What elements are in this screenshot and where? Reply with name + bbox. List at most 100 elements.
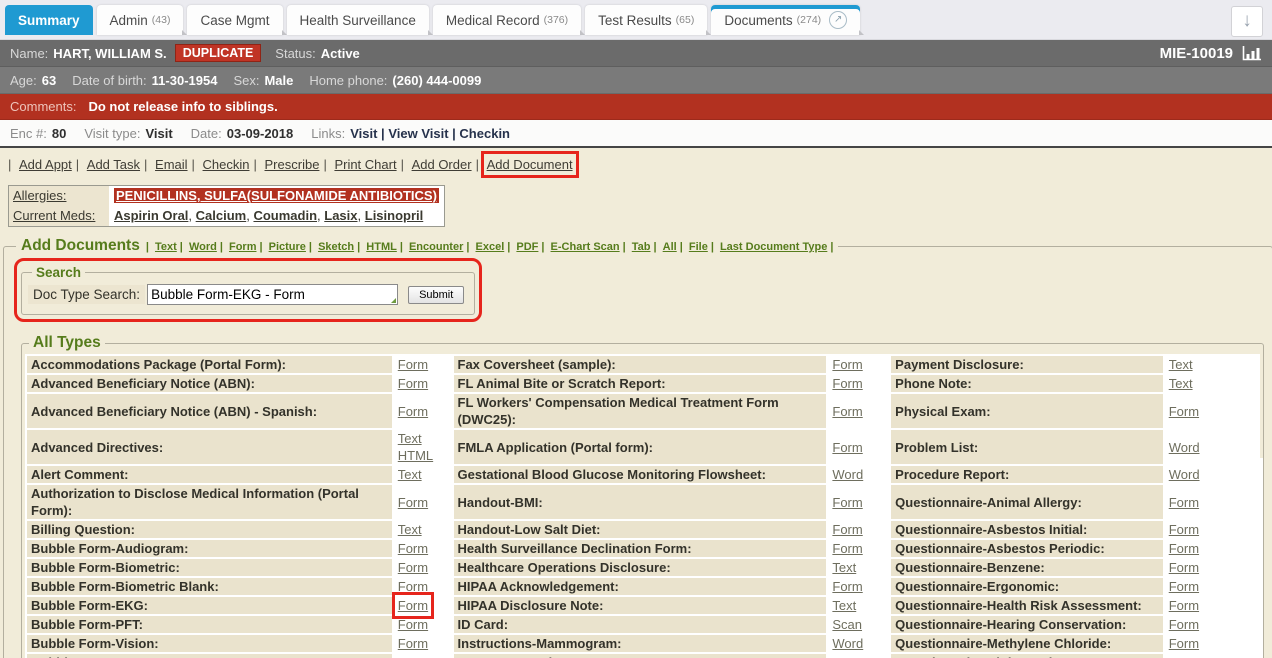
- doc-format-link-form[interactable]: Form: [1169, 598, 1199, 613]
- doc-format-link-form[interactable]: Form: [398, 636, 428, 651]
- doc-type-search-input[interactable]: [147, 284, 398, 305]
- tab-label: Medical Record: [446, 13, 540, 28]
- doc-format-link-text[interactable]: Text: [1169, 357, 1193, 372]
- doc-format-link-html[interactable]: HTML: [398, 448, 433, 463]
- action-add-order[interactable]: Add Order: [412, 157, 472, 172]
- doc-format-link-form[interactable]: Form: [832, 522, 862, 537]
- popout-icon[interactable]: ↗: [829, 11, 847, 29]
- doc-format-link-form[interactable]: Form: [1169, 560, 1199, 575]
- scrollbar[interactable]: [1256, 458, 1263, 658]
- action-add-document[interactable]: Add Document: [487, 157, 573, 172]
- encounter-link-view-visit[interactable]: View Visit: [388, 126, 448, 141]
- doc-format-link-word[interactable]: Word: [1169, 440, 1200, 455]
- quick-link-file[interactable]: File: [689, 241, 708, 253]
- doc-format-link-form[interactable]: Form: [1169, 404, 1199, 419]
- tab-health-surveillance[interactable]: Health Surveillance: [287, 5, 429, 35]
- doc-format-link-form[interactable]: Form: [1169, 617, 1199, 632]
- tab-test-results[interactable]: Test Results(65): [585, 5, 707, 35]
- med-link-calcium[interactable]: Calcium: [196, 208, 247, 223]
- doc-format-link-form[interactable]: Form: [398, 404, 428, 419]
- doc-type-name: Gestational Blood Glucose Monitoring Flo…: [454, 466, 827, 483]
- action-add-appt[interactable]: Add Appt: [19, 157, 72, 172]
- action-prescribe[interactable]: Prescribe: [265, 157, 320, 172]
- doc-format-link-form[interactable]: Form: [398, 617, 428, 632]
- search-legend: Search: [32, 265, 85, 280]
- patient-dob: 11-30-1954: [152, 73, 218, 88]
- quick-link-encounter[interactable]: Encounter: [409, 241, 463, 253]
- chart-icon[interactable]: [1242, 46, 1262, 61]
- doc-format-link-form[interactable]: Form: [832, 440, 862, 455]
- tab-medical-record[interactable]: Medical Record(376): [433, 5, 581, 35]
- patient-status: Active: [321, 46, 360, 61]
- doc-format-link-form[interactable]: Form: [1169, 579, 1199, 594]
- current-meds-link[interactable]: Current Meds:: [13, 208, 95, 223]
- quick-link-excel[interactable]: Excel: [476, 241, 505, 253]
- quick-link-e-chart-scan[interactable]: E-Chart Scan: [551, 241, 620, 253]
- duplicate-badge[interactable]: DUPLICATE: [175, 44, 262, 62]
- quick-link-html[interactable]: HTML: [366, 241, 397, 253]
- doc-format-link-form[interactable]: Form: [832, 495, 862, 510]
- action-email[interactable]: Email: [155, 157, 188, 172]
- doc-format-link-form[interactable]: Form: [398, 376, 428, 391]
- quick-link-last-document-type[interactable]: Last Document Type: [720, 241, 827, 253]
- tab-admin[interactable]: Admin(43): [97, 5, 184, 35]
- med-link-lisinopril[interactable]: Lisinopril: [365, 208, 424, 223]
- allergy-value-link[interactable]: PENICILLINS, SULFA(SULFONAMIDE ANTIBIOTI…: [114, 188, 439, 203]
- doc-format-link-form[interactable]: Form: [1169, 636, 1199, 651]
- search-input-wrap: [147, 284, 398, 305]
- quick-link-picture[interactable]: Picture: [269, 241, 306, 253]
- med-link-aspirin-oral[interactable]: Aspirin Oral: [114, 208, 188, 223]
- tab-documents[interactable]: Documents(274)↗: [711, 5, 860, 35]
- quick-link-form[interactable]: Form: [229, 241, 257, 253]
- doc-format-link-text[interactable]: Text: [1169, 376, 1193, 391]
- doc-format-link-form[interactable]: Form: [832, 376, 862, 391]
- doc-format-link-form[interactable]: Form: [398, 598, 428, 613]
- encounter-link-checkin[interactable]: Checkin: [459, 126, 510, 141]
- table-row: Advanced Directives:TextHTMLFMLA Applica…: [27, 430, 1258, 464]
- doc-format-link-form[interactable]: Form: [1169, 522, 1199, 537]
- action-print-chart[interactable]: Print Chart: [334, 157, 396, 172]
- doc-format-link-word[interactable]: Word: [1169, 467, 1200, 482]
- doc-format-link-form[interactable]: Form: [398, 495, 428, 510]
- doc-format-cell: Scan: [828, 654, 889, 658]
- quick-link-tab[interactable]: Tab: [632, 241, 651, 253]
- doc-format-link-scan[interactable]: Scan: [832, 617, 862, 632]
- allergies-link[interactable]: Allergies:: [13, 188, 66, 203]
- med-link-lasix[interactable]: Lasix: [324, 208, 357, 223]
- doc-format-link-word[interactable]: Word: [832, 467, 863, 482]
- med-link-coumadin[interactable]: Coumadin: [253, 208, 317, 223]
- meds-list: Aspirin Oral, Calcium, Coumadin, Lasix, …: [109, 206, 428, 226]
- doc-format-link-form[interactable]: Form: [398, 579, 428, 594]
- doc-format-link-form[interactable]: Form: [832, 541, 862, 556]
- doc-format-link-text[interactable]: Text: [398, 431, 422, 446]
- doc-format-link-form[interactable]: Form: [832, 404, 862, 419]
- doc-format-link-text[interactable]: Text: [398, 467, 422, 482]
- doc-format-link-text[interactable]: Text: [832, 598, 856, 613]
- submit-button[interactable]: Submit: [408, 286, 464, 304]
- doc-format-link-word[interactable]: Word: [832, 636, 863, 651]
- doc-format-link-text[interactable]: Text: [832, 560, 856, 575]
- doc-format-link-form[interactable]: Form: [1169, 495, 1199, 510]
- doc-format-link-form[interactable]: Form: [832, 357, 862, 372]
- quick-link-sketch[interactable]: Sketch: [318, 241, 354, 253]
- download-arrow-button[interactable]: ↓: [1231, 6, 1263, 37]
- quick-link-pdf[interactable]: PDF: [516, 241, 538, 253]
- doc-format-link-form[interactable]: Form: [1169, 541, 1199, 556]
- tab-summary[interactable]: Summary: [5, 5, 93, 35]
- doc-format-link-form[interactable]: Form: [398, 357, 428, 372]
- doc-type-name: ID Card:: [454, 616, 827, 633]
- doc-type-name: Bubble Form-Biometric Blank:: [27, 578, 392, 595]
- quick-link-word[interactable]: Word: [189, 241, 217, 253]
- quick-link-all[interactable]: All: [663, 241, 677, 253]
- encounter-link-visit[interactable]: Visit: [350, 126, 377, 141]
- doc-format-cell: Form: [828, 540, 889, 557]
- table-row: Alert Comment:TextGestational Blood Gluc…: [27, 466, 1258, 483]
- doc-format-link-text[interactable]: Text: [398, 522, 422, 537]
- quick-link-text[interactable]: Text: [155, 241, 177, 253]
- doc-format-link-form[interactable]: Form: [398, 541, 428, 556]
- action-add-task[interactable]: Add Task: [87, 157, 140, 172]
- tab-case-mgmt[interactable]: Case Mgmt: [187, 5, 282, 35]
- doc-format-link-form[interactable]: Form: [832, 579, 862, 594]
- action-checkin[interactable]: Checkin: [203, 157, 250, 172]
- doc-format-link-form[interactable]: Form: [398, 560, 428, 575]
